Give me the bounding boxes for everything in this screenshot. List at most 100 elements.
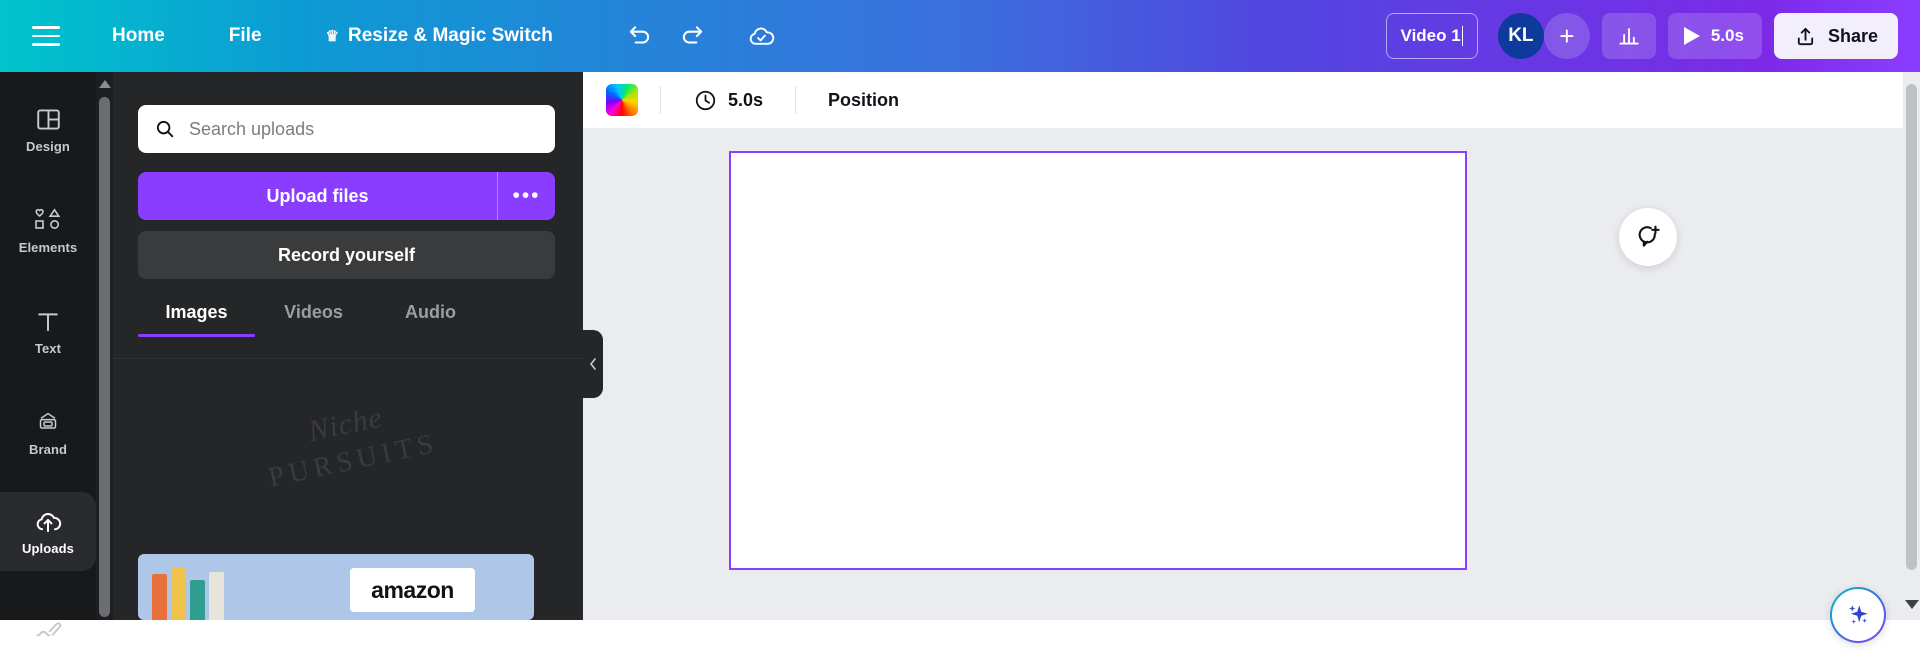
bar-chart-icon bbox=[1619, 28, 1639, 45]
position-button[interactable]: Position bbox=[818, 82, 909, 119]
add-comment-icon bbox=[1638, 225, 1660, 247]
upload-thumbnail-amazon[interactable]: amazon bbox=[138, 554, 534, 620]
duration-label: 5.0s bbox=[728, 89, 764, 110]
record-yourself-button[interactable]: Record yourself bbox=[138, 231, 555, 279]
crown-icon: ♛ bbox=[325, 27, 339, 45]
sidebar-item-elements[interactable]: Elements bbox=[0, 191, 96, 270]
sidebar-item-draw[interactable] bbox=[0, 593, 96, 672]
menu-resize-magic-switch[interactable]: ♛ Resize & Magic Switch bbox=[308, 15, 571, 57]
hamburger-menu-icon[interactable] bbox=[20, 10, 72, 62]
triangle-up bbox=[98, 80, 111, 88]
magic-sparkle-icon bbox=[1849, 605, 1868, 624]
book-yellow bbox=[171, 568, 186, 620]
sidebar-item-design[interactable]: Design bbox=[0, 90, 96, 169]
scroll-down-icon[interactable] bbox=[1903, 594, 1920, 614]
tab-images-label: Images bbox=[165, 302, 228, 322]
menu-home[interactable]: Home bbox=[94, 15, 183, 57]
hamburger-line bbox=[32, 34, 60, 38]
toolbar-separator bbox=[795, 86, 797, 114]
top-bar-right-group: Video 1 + KL 5.0s Share bbox=[1385, 13, 1920, 59]
insights-button[interactable] bbox=[1601, 13, 1656, 59]
sidebar-item-text[interactable]: Text bbox=[0, 292, 96, 371]
hamburger-line bbox=[32, 26, 60, 29]
text-t-icon bbox=[38, 312, 58, 331]
menu-file[interactable]: File bbox=[211, 15, 280, 57]
amazon-logo-text: amazon bbox=[371, 576, 454, 603]
cloud-upload-icon bbox=[36, 512, 62, 532]
upload-more-icon: ••• bbox=[512, 184, 541, 207]
add-collaborator-button[interactable]: + bbox=[1543, 13, 1590, 59]
record-yourself-label: Record yourself bbox=[277, 244, 416, 265]
book-orange bbox=[152, 574, 167, 620]
position-label: Position bbox=[828, 89, 900, 110]
layout-icon bbox=[36, 109, 60, 130]
amazon-logo: amazon bbox=[350, 568, 475, 612]
scroll-up-icon[interactable] bbox=[96, 74, 113, 94]
canvas-workspace[interactable] bbox=[583, 128, 1920, 641]
user-avatar-initials: KL bbox=[1508, 25, 1534, 46]
upload-share-icon bbox=[1797, 27, 1814, 45]
add-collaborator-label: + bbox=[1559, 20, 1575, 51]
add-comment-button[interactable] bbox=[1619, 208, 1677, 266]
search-uploads-input[interactable]: Search uploads bbox=[138, 105, 555, 153]
uploads-list: Niche PURSUITS amazon bbox=[113, 359, 583, 620]
draw-pencil-icon bbox=[36, 622, 62, 637]
uploads-panel-content: Search uploads Upload files ••• Record y… bbox=[113, 72, 583, 620]
shapes-icon bbox=[35, 207, 61, 229]
brand-co-icon bbox=[39, 412, 57, 429]
menu-resize-label: Resize & Magic Switch bbox=[347, 25, 553, 46]
toolbar-separator bbox=[660, 86, 661, 114]
tab-audio[interactable]: Audio bbox=[372, 294, 489, 337]
history-controls bbox=[617, 13, 715, 59]
canvas-scrollbar-thumb[interactable] bbox=[1906, 84, 1917, 570]
share-button[interactable]: Share bbox=[1773, 13, 1898, 59]
cloud-saved-icon[interactable] bbox=[739, 13, 785, 59]
sidebar-item-brand-label: Brand bbox=[28, 441, 68, 457]
preview-duration: 5.0s bbox=[1710, 26, 1744, 45]
upload-files-row: Upload files ••• bbox=[138, 172, 555, 220]
tab-videos[interactable]: Videos bbox=[255, 294, 372, 337]
top-bar: Home File ♛ Resize & Magic Switch Video … bbox=[0, 0, 1920, 72]
uploads-tabs: Images Videos Audio bbox=[138, 294, 555, 346]
design-title-value: Video 1 bbox=[1400, 26, 1461, 45]
book-cream bbox=[209, 572, 224, 620]
upload-more-options-button[interactable]: ••• bbox=[497, 172, 555, 220]
sidebar-item-design-label: Design bbox=[26, 139, 70, 154]
books-graphic bbox=[152, 568, 224, 620]
undo-icon[interactable] bbox=[617, 13, 663, 59]
upload-files-button[interactable]: Upload files bbox=[138, 172, 497, 220]
panel-scrollbar-thumb[interactable] bbox=[99, 97, 110, 617]
rainbow-color-swatch[interactable] bbox=[606, 84, 638, 116]
uploads-panel: Search uploads Upload files ••• Record y… bbox=[96, 72, 583, 620]
sidebar-item-text-label: Text bbox=[34, 340, 62, 356]
tab-images[interactable]: Images bbox=[138, 294, 255, 337]
play-preview-button[interactable]: 5.0s bbox=[1667, 13, 1762, 59]
canvas-scrollbar[interactable] bbox=[1903, 72, 1920, 620]
tab-videos-label: Videos bbox=[284, 302, 343, 322]
duration-button[interactable]: 5.0s bbox=[683, 80, 773, 121]
share-label: Share bbox=[1827, 25, 1878, 46]
panel-scrollbar[interactable] bbox=[96, 72, 113, 620]
tab-audio-label: Audio bbox=[405, 302, 456, 322]
design-title-input[interactable]: Video 1 bbox=[1385, 13, 1478, 59]
sidebar-item-uploads-label: Uploads bbox=[22, 540, 74, 556]
upload-thumbnail-watermark[interactable]: Niche PURSUITS bbox=[252, 389, 456, 535]
context-toolbar: 5.0s Position bbox=[583, 72, 1920, 128]
chevron-left-icon bbox=[590, 358, 596, 370]
text-caret bbox=[1461, 26, 1464, 46]
editor-area: 5.0s Position bbox=[583, 72, 1920, 641]
menu-home-label: Home bbox=[112, 25, 165, 46]
triangle-down bbox=[1904, 599, 1919, 609]
user-avatar[interactable]: KL bbox=[1497, 13, 1544, 59]
redo-icon[interactable] bbox=[669, 13, 715, 59]
search-icon bbox=[156, 120, 174, 138]
collapse-panel-button[interactable] bbox=[583, 330, 603, 398]
clock-icon bbox=[695, 90, 716, 110]
magic-assistant-button[interactable] bbox=[1830, 587, 1886, 643]
sidebar-item-brand[interactable]: Brand bbox=[0, 393, 96, 472]
design-page-selected[interactable] bbox=[729, 151, 1467, 570]
book-teal bbox=[190, 580, 205, 620]
sidebar-item-uploads[interactable]: Uploads bbox=[0, 492, 96, 571]
sidebar-item-elements-label: Elements bbox=[18, 239, 78, 255]
upload-files-label: Upload files bbox=[266, 185, 369, 206]
